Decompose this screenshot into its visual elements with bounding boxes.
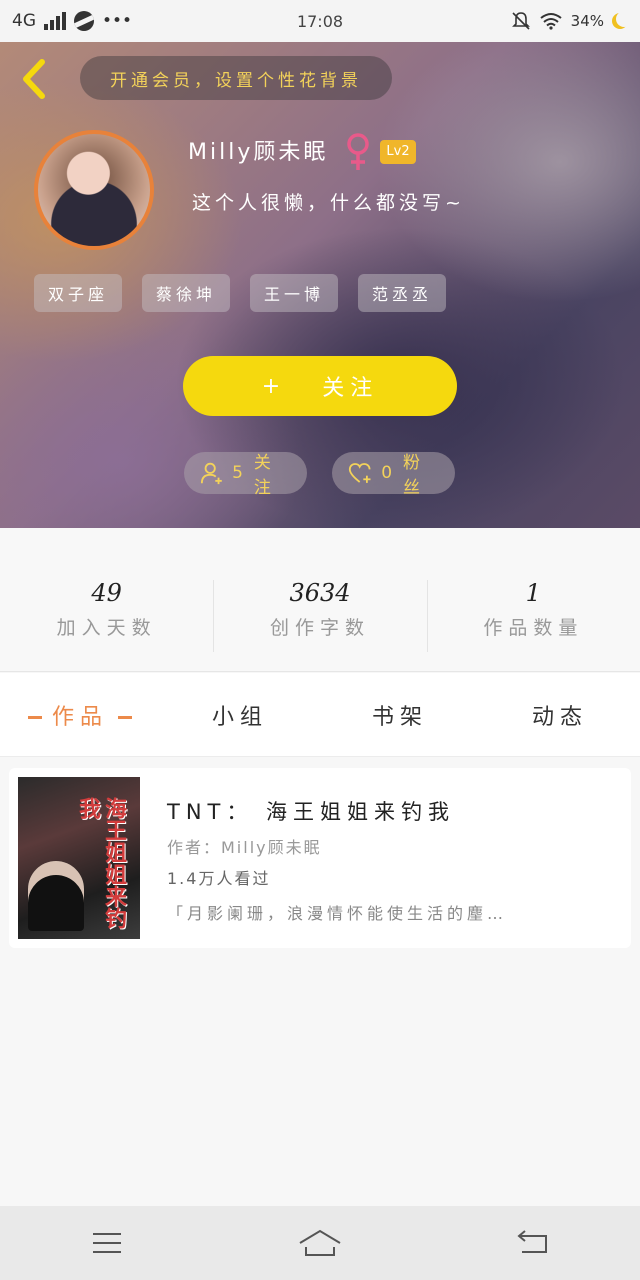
tab-bookshelf[interactable]: 书架 [320, 699, 480, 731]
back-icon [517, 1230, 548, 1253]
book-title: TNT： 海王姐姐来钓我 [167, 800, 456, 824]
network-label: 4G [12, 11, 36, 31]
vip-background-button[interactable]: 开通会员，设置个性花背景 [80, 56, 392, 100]
following-button[interactable]: 5 关注 [184, 452, 307, 498]
status-bar: 4G ••• 17:08 34% [0, 0, 640, 42]
username: Milly顾未眠 [188, 140, 329, 165]
stats-row: 49 加入天数 3634 创作字数 1 作品数量 [0, 528, 640, 672]
following-label: 关注 [253, 453, 274, 498]
follow-button[interactable]: + 关注 [183, 356, 457, 416]
fans-count: 0 [381, 463, 396, 483]
tag-list: 双子座 蔡徐坤 王一博 范丞丞 [34, 274, 447, 312]
menu-button[interactable] [77, 1223, 137, 1263]
browser-icon [74, 11, 94, 31]
back-arrow-icon[interactable] [16, 56, 52, 102]
plus-icon: + [261, 373, 287, 399]
book-author: 作者：Milly顾未眠 [167, 838, 322, 857]
bio-text: 这个人很懒，什么都没写~ [192, 192, 465, 214]
book-cover[interactable]: 海王姐姐来钓我 [18, 777, 140, 939]
tag-item[interactable]: 范丞丞 [358, 274, 447, 312]
profile-tabs: 作品 小组 书架 动态 [0, 673, 640, 757]
stat-words: 3634 创作字数 [213, 528, 426, 671]
heart-add-icon [348, 463, 371, 483]
stat-days: 49 加入天数 [0, 528, 213, 671]
moon-icon [616, 11, 632, 27]
book-views: 1.4万人看过 [167, 869, 271, 888]
tab-works[interactable]: 作品 [0, 699, 160, 731]
user-add-icon [200, 462, 222, 485]
stat-value: 1 [525, 579, 541, 607]
cover-title: 海王姐姐来钓我 [75, 797, 126, 929]
tab-groups[interactable]: 小组 [160, 699, 320, 731]
fans-button[interactable]: 0 粉丝 [332, 452, 455, 498]
level-badge: Lv2 [380, 140, 416, 164]
stat-label: 作品数量 [483, 617, 584, 639]
stat-value: 3634 [289, 579, 351, 607]
tag-item[interactable]: 王一博 [250, 274, 339, 312]
female-icon [347, 133, 369, 170]
book-card[interactable]: 海王姐姐来钓我 TNT： 海王姐姐来钓我 作者：Milly顾未眠 1.4万人看过… [9, 768, 631, 948]
tag-item[interactable]: 双子座 [34, 274, 123, 312]
stat-works: 1 作品数量 [426, 528, 640, 671]
signal-icon [44, 12, 66, 30]
stat-value: 49 [91, 579, 122, 607]
home-icon [299, 1229, 341, 1256]
home-button[interactable] [290, 1223, 350, 1263]
menu-icon [92, 1233, 121, 1253]
system-nav-bar [0, 1206, 640, 1280]
tag-item[interactable]: 蔡徐坤 [142, 274, 231, 312]
more-dots: ••• [102, 11, 133, 31]
following-count: 5 [232, 463, 246, 483]
fans-label: 粉丝 [403, 453, 424, 498]
book-excerpt: 「月影阑珊，浪漫情怀能使生活的麈… [167, 904, 508, 923]
avatar[interactable] [34, 130, 154, 250]
stat-label: 加入天数 [56, 617, 157, 639]
wifi-icon [540, 13, 562, 30]
battery-label: 34% [570, 12, 604, 30]
mute-bell-icon [511, 12, 530, 30]
tab-label: 作品 [51, 704, 108, 730]
stat-label: 创作字数 [269, 617, 370, 639]
back-button[interactable] [503, 1223, 563, 1263]
tab-activity[interactable]: 动态 [480, 699, 640, 731]
follow-label: 关注 [322, 376, 379, 401]
profile-header: 开通会员，设置个性花背景 Milly顾未眠 Lv2 这个人很懒，什么都没写~ 双… [0, 42, 640, 528]
